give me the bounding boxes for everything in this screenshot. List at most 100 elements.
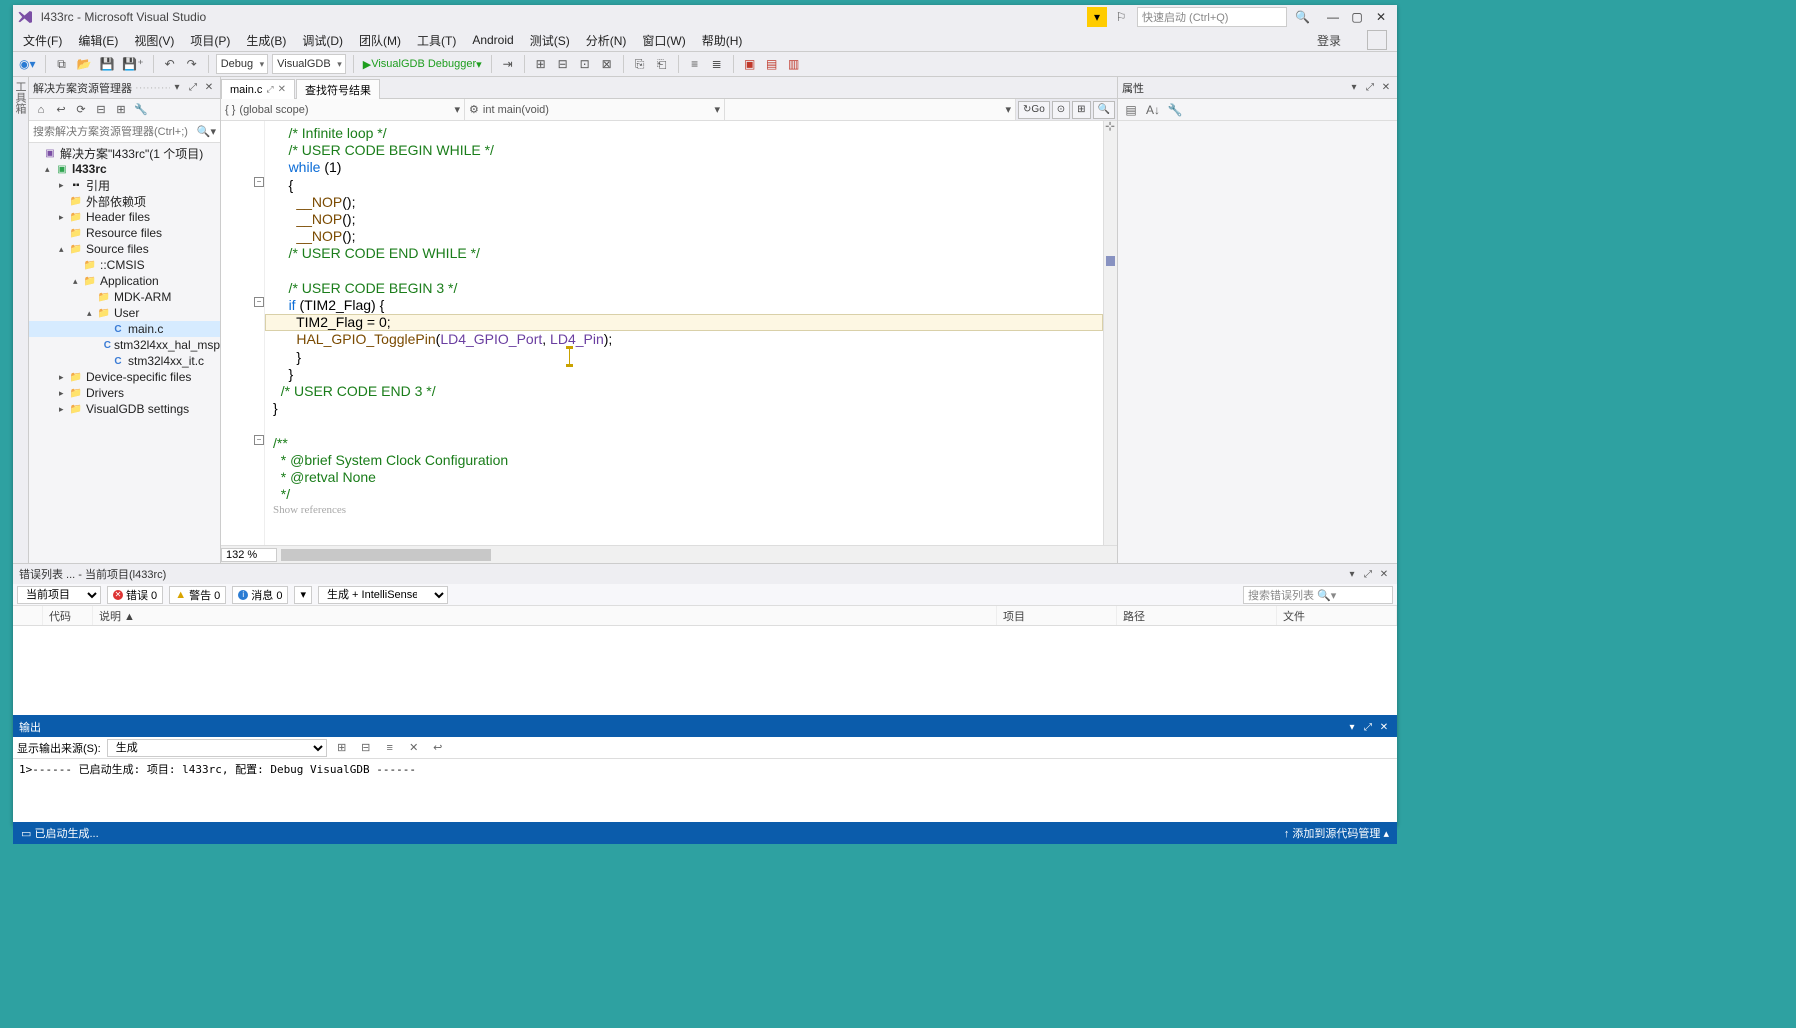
sign-in-link[interactable]: 登录 bbox=[1317, 32, 1341, 49]
menu-project[interactable]: 项目(P) bbox=[190, 32, 230, 49]
pin-icon[interactable]: ⤢ bbox=[1361, 722, 1375, 733]
nav-search-icon[interactable]: 🔍 bbox=[1093, 101, 1115, 119]
tab-main-c[interactable]: main.c⤢✕ bbox=[221, 79, 295, 99]
nav-btn-1[interactable]: ⊙ bbox=[1052, 101, 1070, 119]
code-editor[interactable]: − − − /* Infinite loop */ /* USER CODE B… bbox=[221, 121, 1117, 563]
col-path[interactable]: 路径 bbox=[1117, 606, 1277, 625]
menu-test[interactable]: 测试(S) bbox=[530, 32, 570, 49]
save-button[interactable]: 💾 bbox=[97, 54, 116, 74]
error-scope-combo[interactable]: 当前项目 bbox=[17, 586, 101, 604]
tree-source-files[interactable]: ▴📁Source files bbox=[29, 241, 220, 257]
panel-close-icon[interactable]: ✕ bbox=[1379, 82, 1393, 93]
menu-debug[interactable]: 调试(D) bbox=[302, 32, 343, 49]
scroll-thumb[interactable] bbox=[1106, 256, 1115, 266]
menu-help[interactable]: 帮助(H) bbox=[702, 32, 743, 49]
alphabetical-icon[interactable]: A↓ bbox=[1144, 101, 1162, 119]
col-file[interactable]: 文件 bbox=[1277, 606, 1397, 625]
menu-file[interactable]: 文件(F) bbox=[23, 32, 62, 49]
toolbox-collapsed-tab[interactable]: 工具箱 bbox=[13, 77, 29, 563]
hscroll-thumb[interactable] bbox=[281, 549, 491, 561]
menu-team[interactable]: 团队(M) bbox=[359, 32, 401, 49]
scope-combo[interactable]: { } (global scope)▾ bbox=[221, 99, 465, 120]
out-btn-2[interactable]: ⊟ bbox=[357, 739, 375, 757]
panel-dropdown-icon[interactable]: ▾ bbox=[1345, 569, 1359, 580]
solution-explorer-search[interactable]: 🔍 ▾ bbox=[29, 121, 220, 143]
panel-close-icon[interactable]: ✕ bbox=[202, 82, 216, 93]
pin-icon[interactable]: ⤢ bbox=[1363, 82, 1377, 93]
tree-main-c[interactable]: Cmain.c bbox=[29, 321, 220, 337]
maximize-button[interactable]: ▢ bbox=[1345, 7, 1369, 27]
col-project[interactable]: 项目 bbox=[997, 606, 1117, 625]
tb-icon-10[interactable]: ▤ bbox=[763, 54, 781, 74]
menu-window[interactable]: 窗口(W) bbox=[642, 32, 685, 49]
se-show-all-icon[interactable]: ⊞ bbox=[113, 102, 129, 118]
quick-launch-input[interactable]: 快速启动 (Ctrl+Q) bbox=[1137, 7, 1287, 27]
zoom-combo[interactable] bbox=[221, 548, 277, 562]
categorized-icon[interactable]: ▤ bbox=[1122, 101, 1140, 119]
tree-visualgdb-settings[interactable]: ▸📁VisualGDB settings bbox=[29, 401, 220, 417]
panel-dropdown-icon[interactable]: ▾ bbox=[170, 82, 184, 93]
property-pages-icon[interactable]: 🔧 bbox=[1166, 101, 1184, 119]
se-home-icon[interactable]: ⌂ bbox=[33, 102, 49, 118]
nav-btn-2[interactable]: ⊞ bbox=[1072, 101, 1090, 119]
error-source-combo[interactable]: 生成 + IntelliSense bbox=[318, 586, 448, 604]
se-sync-icon[interactable]: ⟳ bbox=[73, 102, 89, 118]
tree-user[interactable]: ▴📁User bbox=[29, 305, 220, 321]
se-collapse-icon[interactable]: ⊟ bbox=[93, 102, 109, 118]
se-properties-icon[interactable]: 🔧 bbox=[133, 102, 149, 118]
tb-icon-5[interactable]: ⎘ bbox=[631, 54, 649, 74]
go-button[interactable]: ↻Go bbox=[1018, 101, 1050, 119]
nav-empty-combo[interactable]: ▾ bbox=[725, 99, 1016, 120]
tb-icon-1[interactable]: ⊞ bbox=[532, 54, 550, 74]
messages-filter[interactable]: i消息 0 bbox=[232, 586, 288, 604]
col-icon[interactable] bbox=[13, 606, 43, 625]
panel-close-icon[interactable]: ✕ bbox=[1377, 569, 1391, 580]
member-combo[interactable]: ⚙ int main(void)▾ bbox=[465, 99, 725, 120]
out-btn-1[interactable]: ⊞ bbox=[333, 739, 351, 757]
nav-back-button[interactable]: ◉▾ bbox=[17, 54, 38, 74]
notification-flag-icon[interactable]: ▾ bbox=[1087, 7, 1107, 27]
tb-icon-7[interactable]: ≡ bbox=[686, 54, 704, 74]
feedback-icon[interactable]: ⚐ bbox=[1111, 7, 1131, 27]
panel-dropdown-icon[interactable]: ▾ bbox=[1345, 722, 1359, 733]
split-icon[interactable]: ⊹ bbox=[1105, 121, 1115, 133]
open-file-button[interactable]: 📂 bbox=[75, 54, 94, 74]
menu-android[interactable]: Android bbox=[472, 33, 513, 47]
tb-icon-6[interactable]: ⎗ bbox=[653, 54, 671, 74]
tb-icon-8[interactable]: ≣ bbox=[708, 54, 726, 74]
pin-icon[interactable]: ⤢ bbox=[186, 82, 200, 93]
se-back-icon[interactable]: ↩ bbox=[53, 102, 69, 118]
minimize-button[interactable]: — bbox=[1321, 7, 1345, 27]
close-tab-icon[interactable]: ✕ bbox=[278, 84, 286, 95]
step-button[interactable]: ⇥ bbox=[499, 54, 517, 74]
codelens-show-references[interactable]: Show references bbox=[273, 504, 346, 516]
tree-solution-root[interactable]: ▣解决方案"l433rc"(1 个项目) bbox=[29, 145, 220, 161]
pin-icon[interactable]: ⤢ bbox=[1361, 569, 1375, 580]
menu-edit[interactable]: 编辑(E) bbox=[78, 32, 118, 49]
out-clear-icon[interactable]: ✕ bbox=[405, 739, 423, 757]
menu-tools[interactable]: 工具(T) bbox=[417, 32, 456, 49]
panel-close-icon[interactable]: ✕ bbox=[1377, 722, 1391, 733]
source-control-link[interactable]: ↑ 添加到源代码管理 ▴ bbox=[1284, 825, 1389, 841]
tb-icon-9[interactable]: ▣ bbox=[741, 54, 759, 74]
tree-cmsis[interactable]: 📁::CMSIS bbox=[29, 257, 220, 273]
close-button[interactable]: ✕ bbox=[1369, 7, 1393, 27]
menu-analyze[interactable]: 分析(N) bbox=[586, 32, 627, 49]
vertical-scrollbar[interactable]: ⊹ bbox=[1103, 121, 1117, 545]
tree-device-specific[interactable]: ▸📁Device-specific files bbox=[29, 369, 220, 385]
tb-icon-11[interactable]: ▥ bbox=[785, 54, 803, 74]
col-code[interactable]: 代码 bbox=[43, 606, 93, 625]
search-icon[interactable]: 🔍 bbox=[1295, 10, 1313, 24]
tree-drivers[interactable]: ▸📁Drivers bbox=[29, 385, 220, 401]
horizontal-scrollbar[interactable] bbox=[281, 548, 1117, 562]
start-debugger-button[interactable]: ▶ VisualGDB Debugger ▾ bbox=[361, 54, 484, 74]
tree-mdk-arm[interactable]: 📁MDK-ARM bbox=[29, 289, 220, 305]
pin-icon[interactable]: ⤢ bbox=[266, 84, 273, 95]
error-search-input[interactable]: 搜索错误列表 🔍▾ bbox=[1243, 586, 1393, 604]
output-text[interactable]: 1>------ 已启动生成: 项目: l433rc, 配置: Debug Vi… bbox=[13, 759, 1397, 825]
new-project-button[interactable]: ⧉ bbox=[53, 54, 71, 74]
solution-search-input[interactable] bbox=[33, 126, 197, 138]
undo-button[interactable]: ↶ bbox=[161, 54, 179, 74]
tree-hal-msp[interactable]: Cstm32l4xx_hal_msp bbox=[29, 337, 220, 353]
tree-references[interactable]: ▸▪▪引用 bbox=[29, 177, 220, 193]
